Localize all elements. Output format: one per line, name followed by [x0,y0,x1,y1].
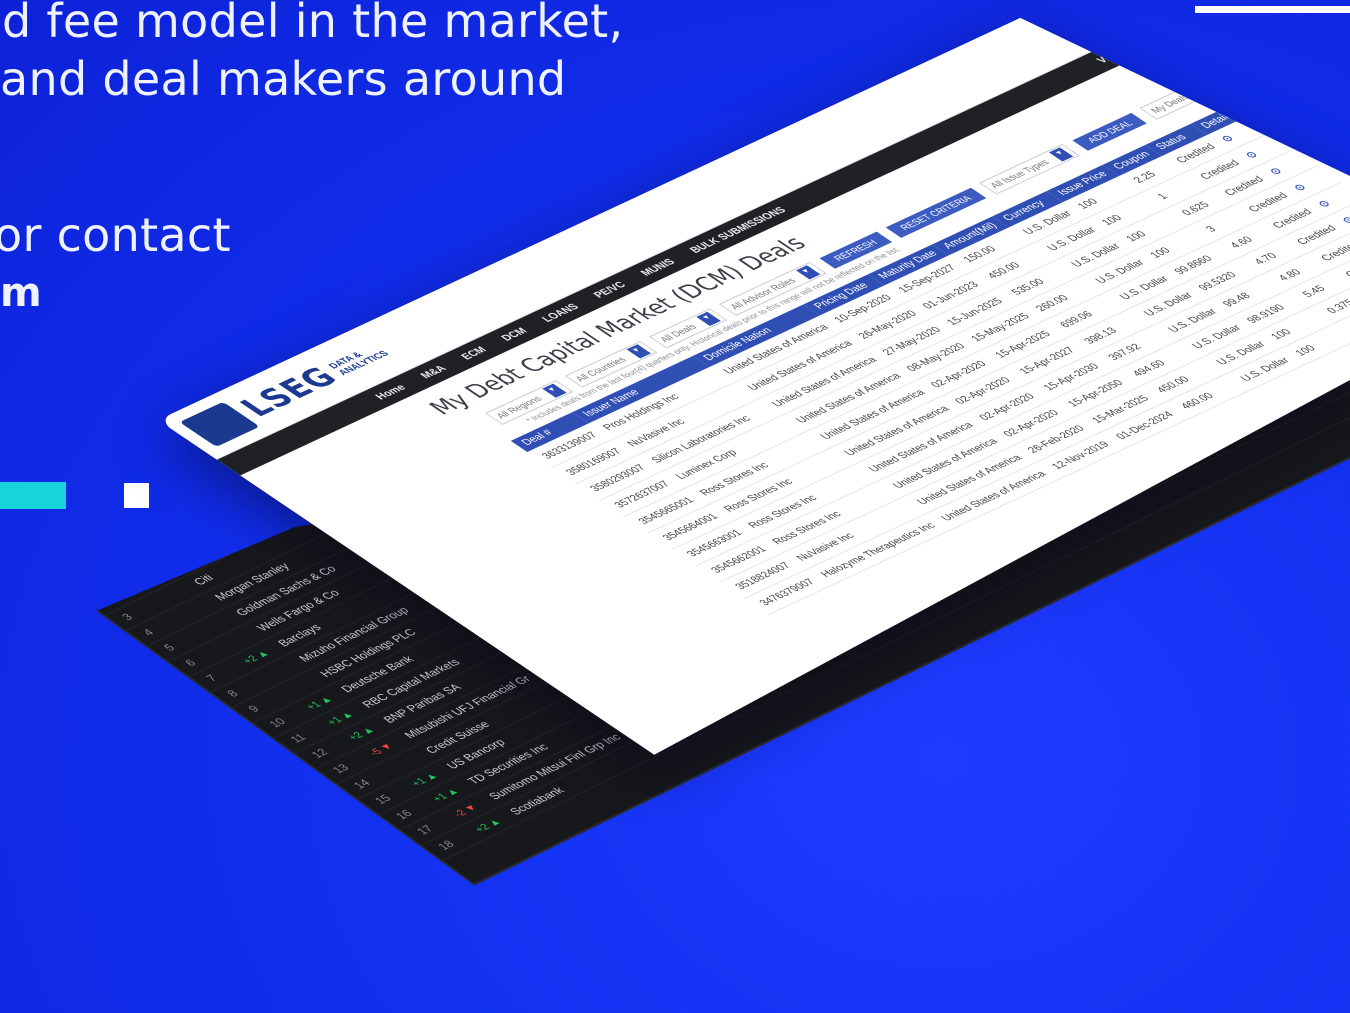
details-icon[interactable]: ⊙ [1243,150,1261,161]
details-icon[interactable]: ⊙ [1218,133,1236,144]
details-icon[interactable]: ⊙ [1315,199,1333,210]
view-deals-as-select[interactable]: My Parent Firm [1158,13,1276,36]
dcm-app-clip: LSEG DATA & ANALYTICS Home M&A ECM DCM LOANS… [145,13,1350,784]
nav-item[interactable]: DCM [499,326,530,343]
sort-select[interactable]: Pricing Date ▾ [1211,39,1303,86]
chevron-down-icon: ▾ [541,383,567,398]
chevron-down-icon: ▾ [1271,43,1297,58]
chevron-down-icon: ▾ [1189,81,1214,97]
nav-item[interactable]: ECM [459,345,490,362]
logo-subtitle: DATA & ANALYTICS [326,342,391,377]
chevron-down-icon: ▾ [795,265,821,280]
chevron-down-icon: ▾ [696,311,721,326]
view-deals-as: View Deals As My Parent Firm [1093,13,1287,66]
details-icon[interactable]: ⊙ [1339,215,1350,226]
view-deals-as-label: View Deals As [1094,29,1166,66]
chevron-down-icon: ▾ [626,344,651,359]
dcm-app-window: LSEG DATA & ANALYTICS Home M&A ECM DCM LOANS… [158,13,1350,784]
chevron-down-icon: ▾ [1049,147,1074,162]
nav-item[interactable]: M&A [418,364,449,381]
dcm-app-screen: LSEG DATA & ANALYTICS Home M&A ECM DCM LOANS… [0,0,1350,1013]
details-icon[interactable]: ⊙ [1291,182,1309,193]
details-icon[interactable]: ⊙ [1267,166,1285,177]
sort-select-value: Pricing Date [1220,54,1275,82]
